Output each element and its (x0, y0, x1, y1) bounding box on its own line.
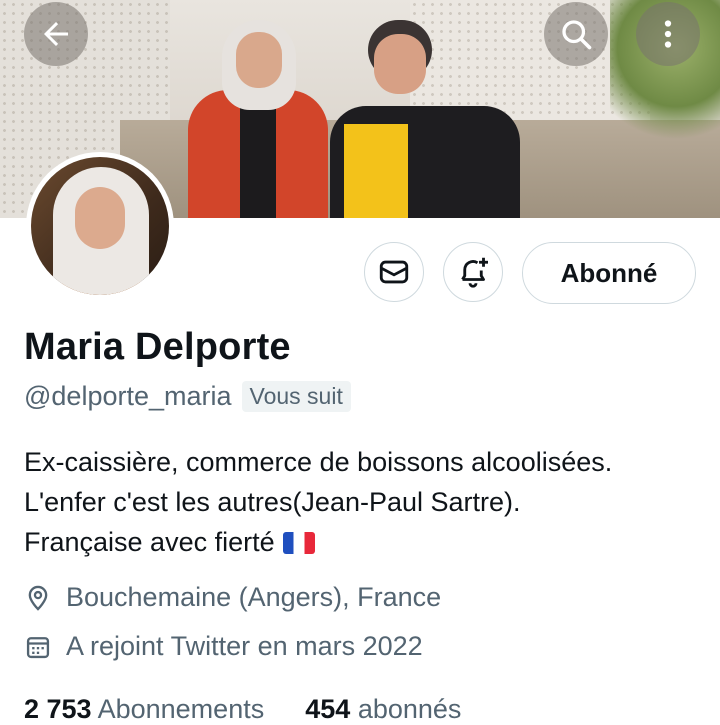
following-label: Abonnements (97, 694, 265, 724)
french-flag-emoji (282, 532, 315, 554)
profile-avatar[interactable] (26, 152, 174, 300)
followers-label: abonnés (357, 694, 462, 724)
arrow-left-icon (44, 22, 68, 46)
back-button[interactable] (24, 2, 88, 66)
bio-line: Française avec fierté (24, 522, 612, 562)
more-vertical-icon (664, 20, 672, 48)
profile-joined-date: A rejoint Twitter en mars 2022 (66, 631, 423, 661)
banner-person (188, 20, 328, 218)
following-stat[interactable]: 2 753 Abonnements (24, 694, 272, 724)
notifications-button[interactable] (443, 242, 503, 302)
envelope-icon (379, 260, 409, 284)
profile-location: Bouchemaine (Angers), France (66, 582, 442, 612)
profile-stats: 2 753 Abonnements 454 abonnés (24, 694, 461, 725)
profile-bio: Ex-caissière, commerce de boissons alcoo… (24, 442, 612, 562)
avatar-photo (31, 157, 169, 295)
more-options-button[interactable] (636, 2, 700, 66)
profile-name: Maria Delporte (24, 326, 291, 368)
followers-stat[interactable]: 454 abonnés (305, 694, 461, 724)
bio-line: Ex-caissière, commerce de boissons alcoo… (24, 447, 613, 477)
bio-line: L'enfer c'est les autres(Jean-Paul Sartr… (24, 487, 521, 517)
handle-row: @delporte_maria Vous suit (24, 381, 351, 412)
following-button[interactable]: Abonné (522, 242, 696, 304)
profile-handle: @delporte_maria (24, 381, 232, 411)
search-icon (562, 20, 592, 50)
location-pin-icon (28, 585, 48, 611)
joined-row: A rejoint Twitter en mars 2022 (24, 631, 423, 662)
bell-plus-icon (461, 257, 488, 288)
banner-person (330, 20, 520, 218)
follows-you-badge: Vous suit (241, 381, 351, 412)
search-button[interactable] (544, 2, 608, 66)
message-button[interactable] (364, 242, 424, 302)
calendar-icon (26, 636, 50, 658)
following-count: 2 753 (24, 694, 92, 724)
location-row: Bouchemaine (Angers), France (24, 582, 441, 613)
followers-count: 454 (305, 694, 351, 724)
